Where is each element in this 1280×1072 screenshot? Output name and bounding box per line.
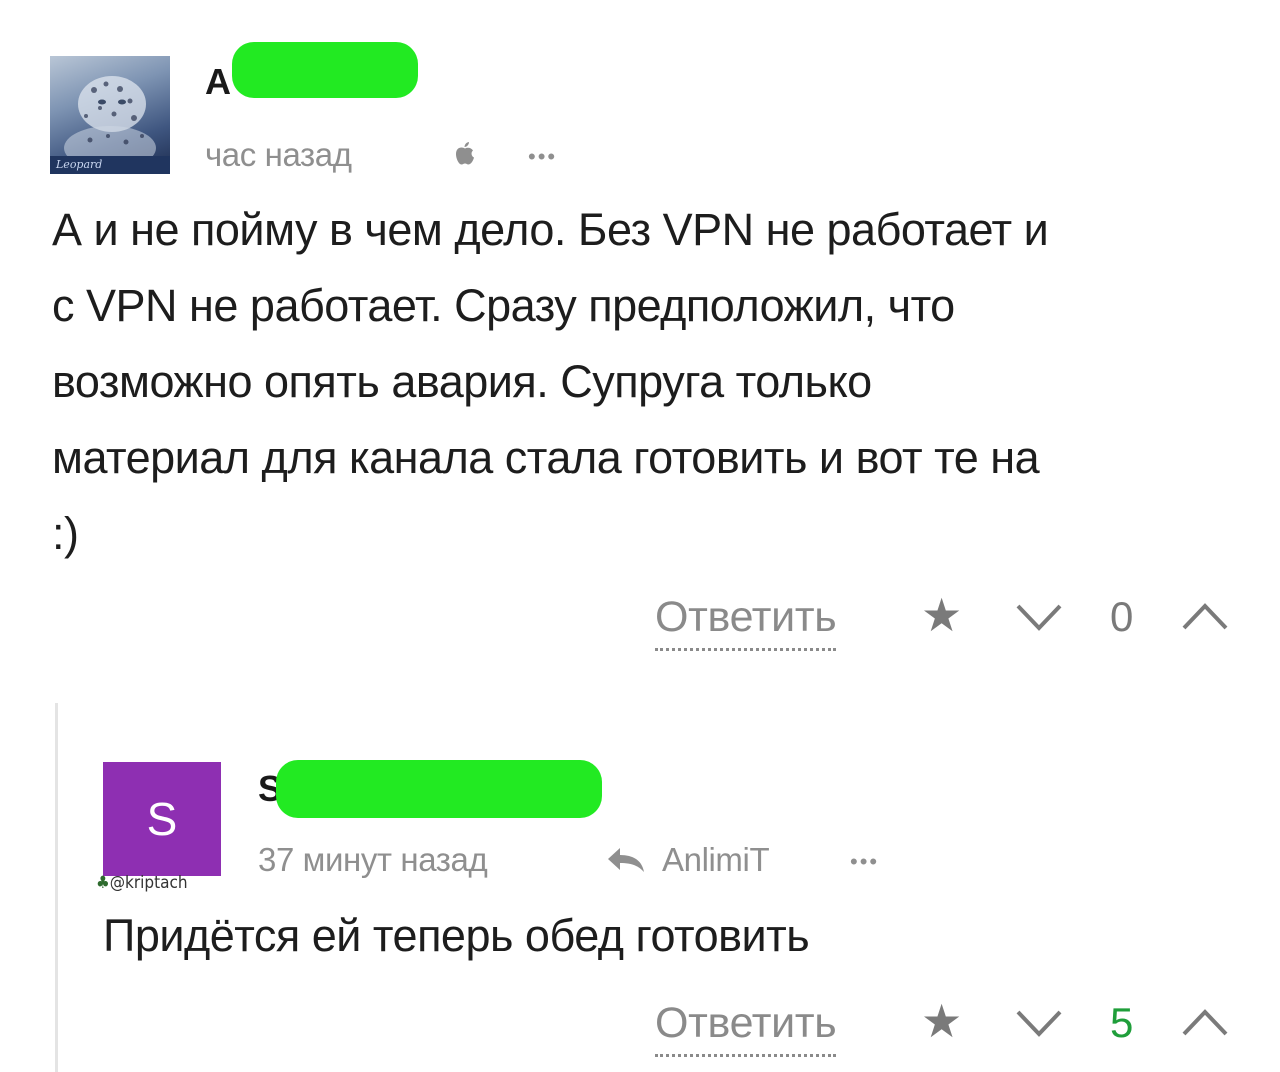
watermark: ♣@kriptach xyxy=(96,873,188,893)
avatar[interactable]: Leopard xyxy=(50,56,170,174)
chevron-down-icon[interactable] xyxy=(1014,600,1064,632)
reply-arrow-icon xyxy=(606,846,646,874)
reply-button[interactable]: Ответить xyxy=(655,594,837,651)
reply-to-user[interactable]: AnlimiT xyxy=(662,842,770,878)
avatar[interactable]: S xyxy=(103,762,221,876)
author-name[interactable]: A xyxy=(205,64,231,100)
star-icon[interactable]: ★ xyxy=(921,998,962,1044)
comment-time: час назад xyxy=(205,136,352,173)
comment-time: 37 минут назад xyxy=(258,841,488,878)
vote-count: 5 xyxy=(1110,999,1134,1046)
name-redaction xyxy=(232,42,418,98)
more-icon[interactable]: ••• xyxy=(850,851,879,873)
name-redaction xyxy=(276,760,602,818)
more-icon[interactable]: ••• xyxy=(528,146,557,168)
comment-text: Придётся ей теперь обед готовить xyxy=(103,910,810,961)
chevron-up-icon[interactable] xyxy=(1180,1006,1230,1038)
reply-button[interactable]: Ответить xyxy=(655,1000,837,1057)
vote-count: 0 xyxy=(1110,593,1134,640)
chevron-up-icon[interactable] xyxy=(1180,600,1230,632)
star-icon[interactable]: ★ xyxy=(921,592,962,638)
comment-text: А и не пойму в чем дело. Без VPN не рабо… xyxy=(52,204,1049,559)
tree-icon: ♣ xyxy=(96,873,110,893)
chevron-down-icon[interactable] xyxy=(1014,1006,1064,1038)
thread-line xyxy=(55,703,58,1072)
apple-icon xyxy=(454,140,476,166)
watermark-text: @kriptach xyxy=(109,873,188,893)
avatar-caption: Leopard xyxy=(50,156,170,174)
